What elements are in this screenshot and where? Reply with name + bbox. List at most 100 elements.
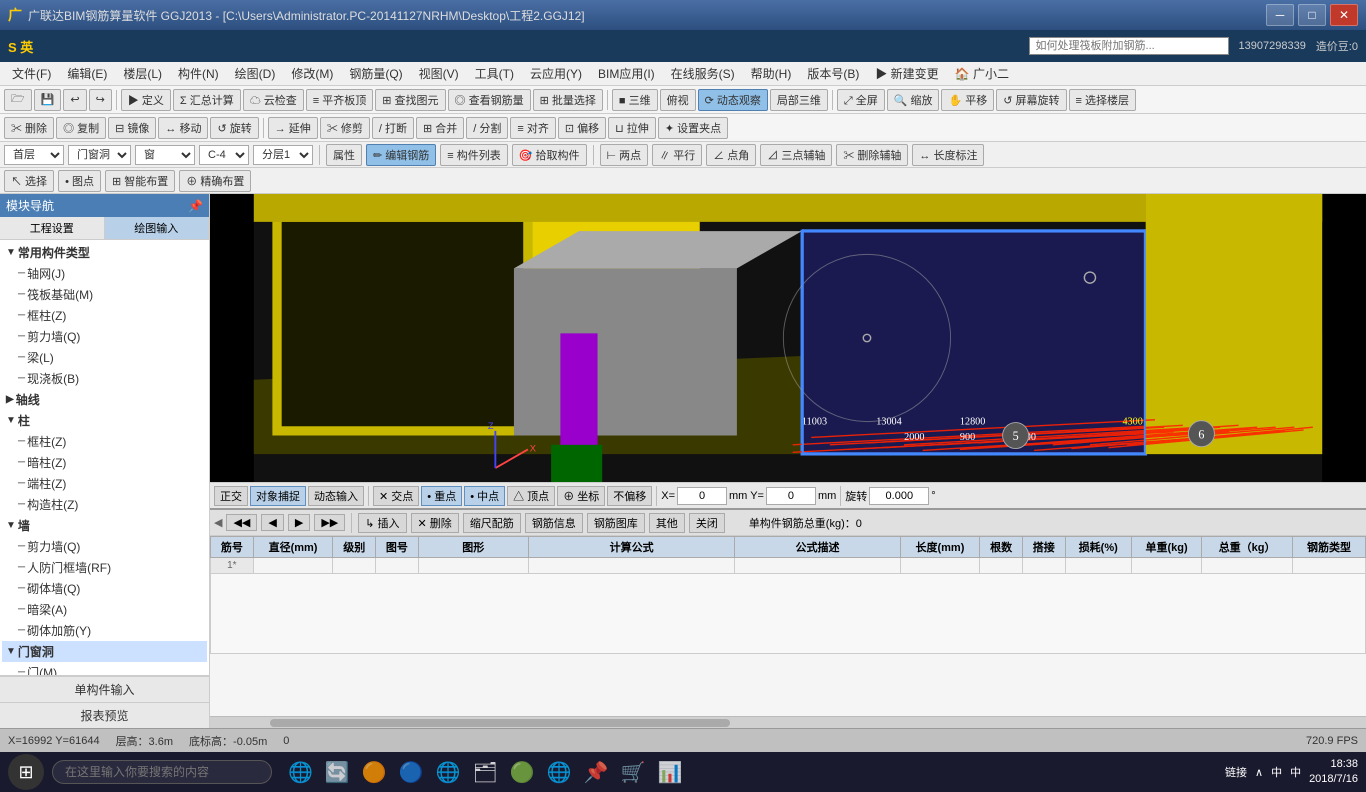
horizontal-scrollbar[interactable]	[210, 716, 1366, 728]
cell-diameter[interactable]	[253, 558, 333, 574]
pan-button[interactable]: ✋ 平移	[941, 89, 994, 111]
move-button[interactable]: ↔ 移动	[158, 117, 208, 139]
align-button[interactable]: ≡ 对齐	[510, 117, 555, 139]
menu-modify[interactable]: 修改(M)	[283, 63, 341, 84]
other-button[interactable]: 其他	[649, 513, 685, 533]
merge-button[interactable]: ⊞ 合并	[416, 117, 464, 139]
cell-total-wt[interactable]	[1202, 558, 1293, 574]
tree-construct-col[interactable]: ─ 构造柱(Z)	[2, 494, 207, 515]
delete-rebar-button[interactable]: ✕ 删除	[411, 513, 459, 533]
smart-layout-button[interactable]: ⊞ 智能布置	[105, 170, 175, 192]
tree-wall[interactable]: ▼ 墙	[2, 515, 207, 536]
dynamic-input-button[interactable]: 动态输入	[308, 486, 364, 506]
viewport-canvas[interactable]: 4300 12800 13004 11003 2000 900 7900	[210, 194, 1366, 482]
two-point-button[interactable]: ⊢ 两点	[600, 144, 649, 166]
tree-axis-line[interactable]: ▶ 轴线	[2, 389, 207, 410]
tree-door-window[interactable]: ▼ 门窗洞	[2, 641, 207, 662]
sidebar-pin-icon[interactable]: 📌	[188, 199, 203, 213]
single-component-input-button[interactable]: 单构件输入	[0, 676, 209, 702]
coord-snap-button[interactable]: ⊕ 坐标	[557, 486, 605, 506]
set-grip-button[interactable]: ✦ 设置夹点	[658, 117, 728, 139]
parallel-button[interactable]: ∥ 平行	[652, 144, 702, 166]
tree-common-types[interactable]: ▼ 常用构件类型	[2, 242, 207, 263]
save-button[interactable]: 💾	[34, 89, 62, 111]
rotate-input[interactable]	[869, 487, 929, 505]
tree-beam[interactable]: ─ 梁(L)	[2, 347, 207, 368]
mirror-button[interactable]: ⊟ 镜像	[108, 117, 156, 139]
taskbar-icon-ie[interactable]: 🌐	[288, 760, 313, 785]
rebar-info-button[interactable]: 钢筋信息	[525, 513, 583, 533]
menu-file[interactable]: 文件(F)	[4, 63, 59, 84]
trim-button[interactable]: ✂ 修剪	[320, 117, 370, 139]
menu-online[interactable]: 在线服务(S)	[663, 63, 743, 84]
cell-unit-wt[interactable]	[1131, 558, 1201, 574]
taskbar-icon-app3[interactable]: 📌	[584, 760, 609, 785]
taskbar-icon-app4[interactable]: 🛒	[621, 760, 646, 785]
taskbar-icon-files[interactable]: 🗂	[473, 760, 498, 785]
calc-button[interactable]: Σ 汇总计算	[173, 89, 241, 111]
extend-button[interactable]: → 延伸	[268, 117, 318, 139]
scale-rebar-button[interactable]: 缩尺配筋	[463, 513, 521, 533]
menu-cloud[interactable]: 云应用(Y)	[522, 63, 590, 84]
window-select[interactable]: 窗	[135, 145, 195, 165]
close-button[interactable]: ✕	[1330, 4, 1358, 26]
taskbar-icon-app2[interactable]: 🌐	[547, 760, 572, 785]
3d-button[interactable]: ■ 三维	[612, 89, 658, 111]
undo-button[interactable]: ↩	[63, 89, 86, 111]
tree-column[interactable]: ▼ 柱	[2, 410, 207, 431]
cell-type[interactable]	[1292, 558, 1365, 574]
precise-layout-button[interactable]: ⊕ 精确布置	[179, 170, 251, 192]
pick-component-button[interactable]: 🎯 拾取构件	[512, 144, 587, 166]
prev-record-button[interactable]: ◀	[261, 514, 283, 531]
zoom-button[interactable]: 🔍 缩放	[887, 89, 940, 111]
property-button[interactable]: 属性	[326, 144, 362, 166]
top-view-button[interactable]: 俯视	[660, 89, 696, 111]
name-select[interactable]: C-4	[199, 145, 249, 165]
tree-hidden-beam[interactable]: ─ 暗梁(A)	[2, 599, 207, 620]
three-point-aux-button[interactable]: ⊿ 三点辅轴	[760, 144, 832, 166]
cell-loss[interactable]	[1065, 558, 1131, 574]
copy-button[interactable]: ◎ 复制	[56, 117, 106, 139]
break-button[interactable]: / 打断	[372, 117, 414, 139]
stretch-button[interactable]: ⊔ 拉伸	[608, 117, 656, 139]
menu-view[interactable]: 视图(V)	[411, 63, 467, 84]
minimize-button[interactable]: ─	[1266, 4, 1294, 26]
floor-select[interactable]: 首层	[4, 145, 64, 165]
fullscreen-button[interactable]: ⤢ 全屏	[837, 89, 885, 111]
nav-draw-input[interactable]: 绘图输入	[105, 217, 210, 239]
cell-shape[interactable]	[418, 558, 528, 574]
midpoint-snap-button[interactable]: • 重点	[421, 486, 462, 506]
menu-version[interactable]: 版本号(B)	[799, 63, 867, 84]
point-tool-button[interactable]: • 图点	[58, 170, 101, 192]
last-record-button[interactable]: ▶▶	[314, 514, 345, 531]
tree-brick-rebar[interactable]: ─ 砌体加筋(Y)	[2, 620, 207, 641]
delete-button[interactable]: ✂ 删除	[4, 117, 54, 139]
ime-label2[interactable]: 中	[1290, 764, 1301, 780]
menu-tools[interactable]: 工具(T)	[467, 63, 522, 84]
taskbar-icon-app5[interactable]: 📊	[658, 760, 683, 785]
cell-fig-no[interactable]	[376, 558, 419, 574]
component-type-select[interactable]: 门窗洞	[68, 145, 131, 165]
offset-button[interactable]: ⊡ 偏移	[558, 117, 606, 139]
tree-raft-foundation[interactable]: ─ 筏板基础(M)	[2, 284, 207, 305]
cell-grade[interactable]	[333, 558, 376, 574]
component-list-button[interactable]: ≡ 构件列表	[440, 144, 507, 166]
no-offset-button[interactable]: 不偏移	[607, 486, 652, 506]
report-preview-button[interactable]: 报表预览	[0, 702, 209, 728]
taskbar-icon-ie2[interactable]: 🌐	[436, 760, 461, 785]
next-record-button[interactable]: ▶	[288, 514, 310, 531]
view-rebar-button[interactable]: ◎ 查看钢筋量	[448, 89, 531, 111]
define-button[interactable]: ▶ 定义	[121, 89, 171, 111]
cell-count[interactable]	[980, 558, 1023, 574]
vertex-snap-button[interactable]: △ 顶点	[507, 486, 555, 506]
insert-rebar-button[interactable]: ↳ 插入	[358, 513, 406, 533]
menu-help[interactable]: 帮助(H)	[743, 63, 800, 84]
split-button[interactable]: / 分割	[466, 117, 508, 139]
y-coord-input[interactable]	[766, 487, 816, 505]
object-snap-button[interactable]: 对象捕捉	[250, 486, 306, 506]
dynamic-view-button[interactable]: ⟳ 动态观察	[698, 89, 768, 111]
tree-frame-col2[interactable]: ─ 框柱(Z)	[2, 431, 207, 452]
tree-door[interactable]: ─ 门(M)	[2, 662, 207, 675]
menu-floor[interactable]: 楼层(L)	[115, 63, 170, 84]
select-tool-button[interactable]: ↖ 选择	[4, 170, 54, 192]
